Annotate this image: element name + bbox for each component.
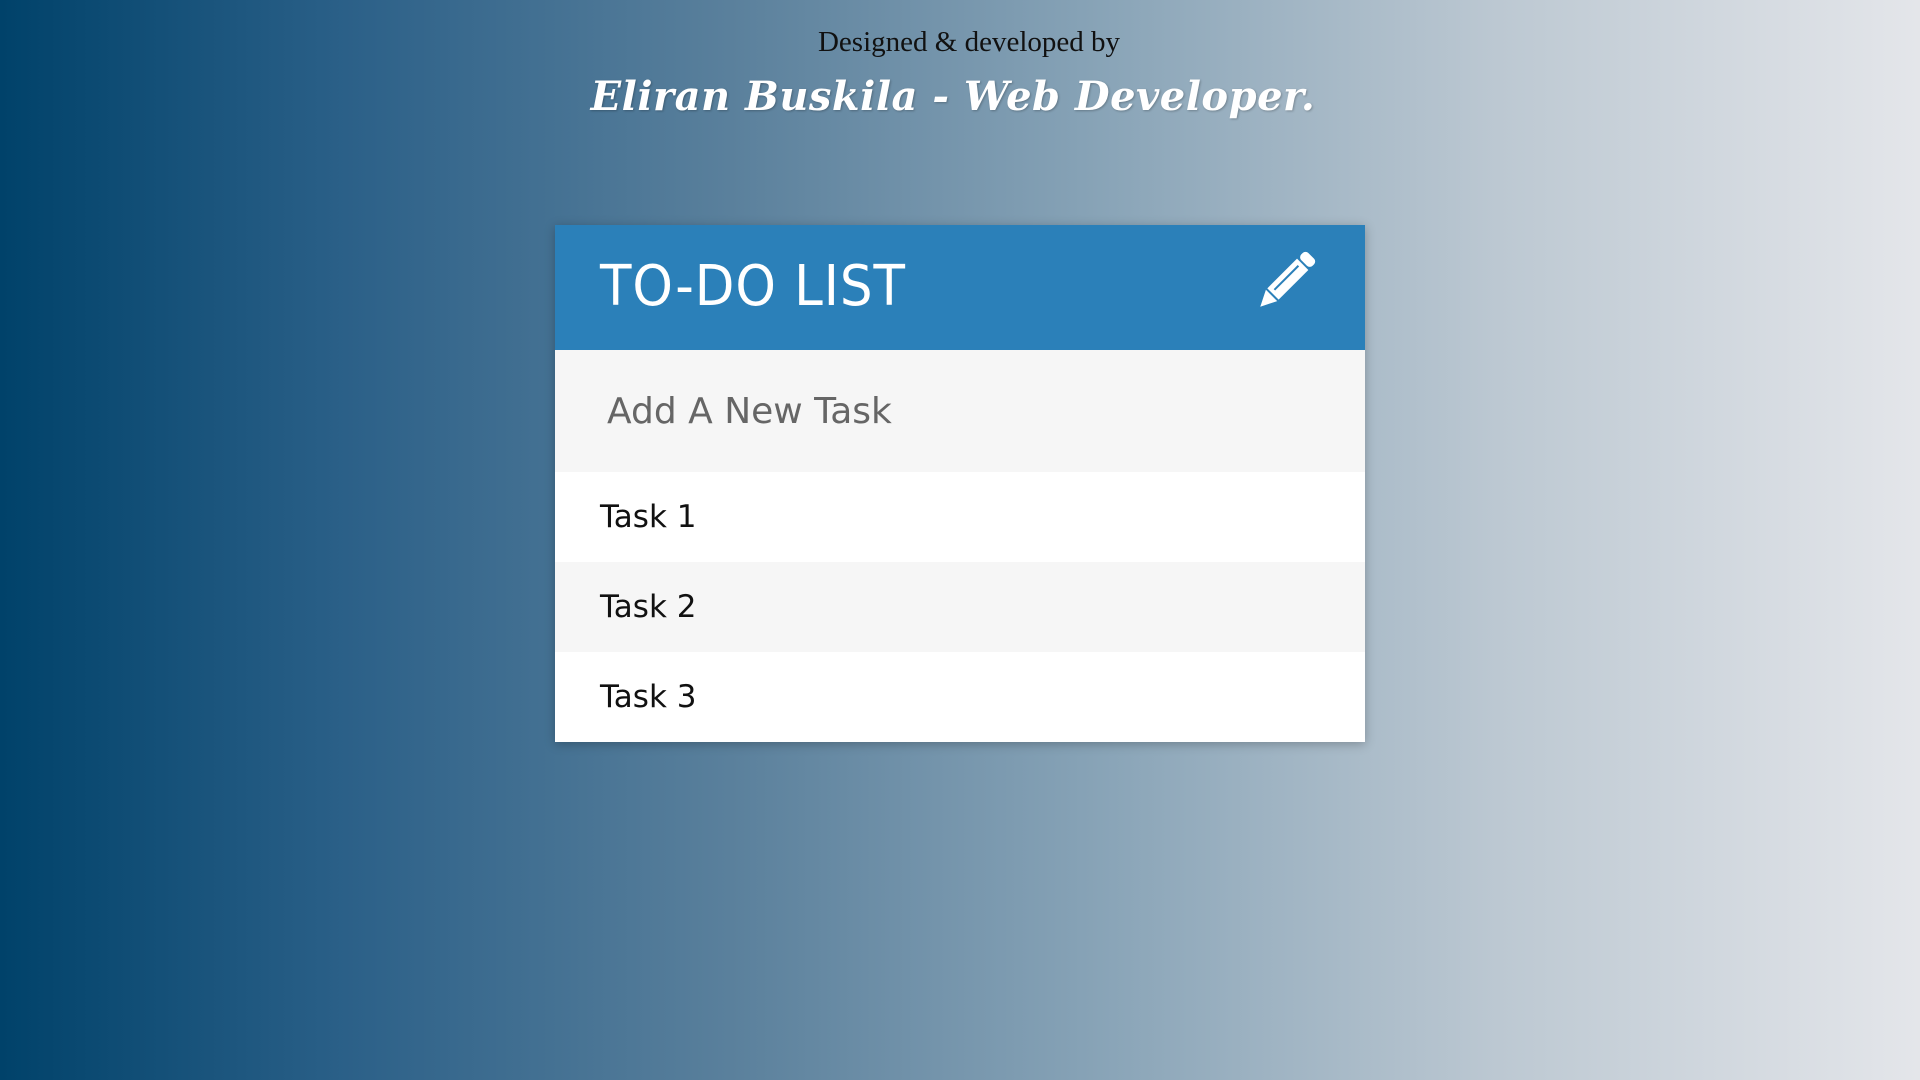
todo-card: TO-DO LIST Task 1 Task 2 Task 3 (555, 225, 1365, 742)
todo-header: TO-DO LIST (555, 225, 1365, 350)
task-list: Task 1 Task 2 Task 3 (555, 472, 1365, 742)
pencil-icon[interactable] (1250, 247, 1320, 317)
todo-title: TO-DO LIST (600, 254, 906, 319)
credits-author-name: Eliran Buskila - Web Developer. (590, 73, 1316, 120)
credits-designed-by: Designed & developed by (817, 26, 1120, 58)
task-item[interactable]: Task 3 (555, 652, 1365, 742)
task-item[interactable]: Task 2 (555, 562, 1365, 652)
new-task-area (555, 350, 1365, 472)
task-item[interactable]: Task 1 (555, 472, 1365, 562)
credits: Designed & developed by Eliran Buskila -… (0, 22, 1920, 122)
new-task-input[interactable] (555, 350, 1365, 472)
